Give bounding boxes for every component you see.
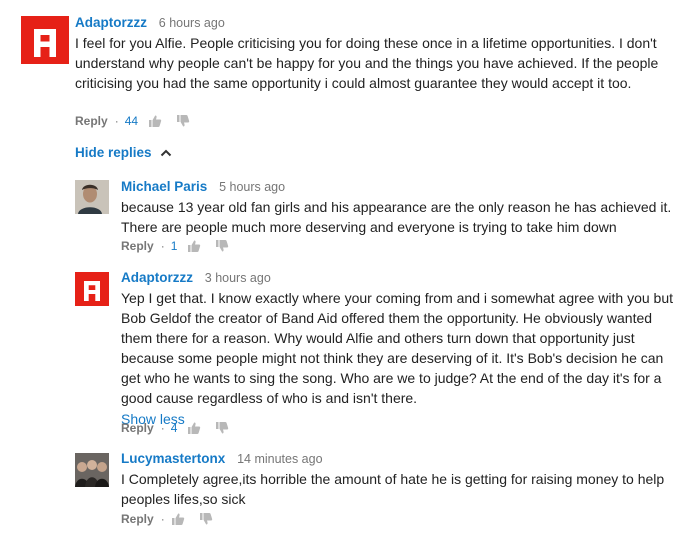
reply-button[interactable]: Reply <box>121 238 154 254</box>
like-count: 44 <box>124 114 139 128</box>
thumbs-up-icon[interactable] <box>171 512 185 526</box>
reply-time[interactable]: 14 minutes ago <box>237 452 322 466</box>
reply-actions: Reply · <box>121 511 227 527</box>
separator-dot: · <box>114 114 119 128</box>
profile-photo-icon <box>75 180 109 214</box>
thumbs-down-icon[interactable] <box>176 114 190 128</box>
avatar[interactable] <box>75 453 109 487</box>
separator-dot: · <box>160 239 165 253</box>
like-count: 1 <box>170 239 178 253</box>
comment-time[interactable]: 6 hours ago <box>159 16 225 30</box>
reply-actions: Reply · 1 <box>121 238 243 254</box>
separator-dot: · <box>160 512 165 526</box>
thumbs-down-icon[interactable] <box>199 512 213 526</box>
channel-logo-icon <box>84 281 100 301</box>
avatar[interactable] <box>75 180 109 214</box>
avatar[interactable] <box>75 272 109 306</box>
reply-text: Yep I get that. I know exactly where you… <box>121 290 673 406</box>
comment-body: Adaptorzzz 6 hours ago I feel for you Al… <box>75 14 681 93</box>
thumbs-down-icon[interactable] <box>215 421 229 435</box>
comment-header: Adaptorzzz 6 hours ago <box>75 14 681 32</box>
reply-author[interactable]: Michael Paris <box>121 179 207 194</box>
channel-logo-icon <box>34 29 56 57</box>
comment-author[interactable]: Adaptorzzz <box>75 15 147 30</box>
reply-body: Lucymastertonx 14 minutes ago I Complete… <box>121 450 681 509</box>
reply-actions: Reply · 4 <box>121 420 243 436</box>
reply: Adaptorzzz 3 hours ago Yep I get that. I… <box>75 269 681 437</box>
reply-button[interactable]: Reply <box>121 420 154 436</box>
thumbs-up-icon[interactable] <box>187 421 201 435</box>
separator-dot: · <box>160 421 165 435</box>
thumbs-up-icon[interactable] <box>148 114 162 128</box>
reply-button[interactable]: Reply <box>75 113 108 129</box>
reply-text: I Completely agree,its horrible the amou… <box>121 471 665 507</box>
reply-button[interactable]: Reply <box>121 511 154 527</box>
like-count: 4 <box>170 421 178 435</box>
reply: Michael Paris 5 hours ago because 13 yea… <box>75 178 681 256</box>
comment-actions: Reply · 44 <box>75 113 204 129</box>
reply-author[interactable]: Lucymastertonx <box>121 451 225 466</box>
group-photo-icon <box>75 453 109 487</box>
reply-header: Michael Paris 5 hours ago <box>121 178 681 196</box>
avatar[interactable] <box>21 16 69 64</box>
reply-body: Adaptorzzz 3 hours ago Yep I get that. I… <box>121 269 681 428</box>
reply-text: because 13 year old fan girls and his ap… <box>121 199 672 235</box>
hide-replies-button[interactable]: Hide replies <box>75 145 172 160</box>
comment: Adaptorzzz 6 hours ago I feel for you Al… <box>21 14 681 134</box>
thumbs-down-icon[interactable] <box>215 239 229 253</box>
reply-time[interactable]: 5 hours ago <box>219 180 285 194</box>
reply-header: Adaptorzzz 3 hours ago <box>121 269 681 287</box>
thumbs-up-icon[interactable] <box>187 239 201 253</box>
chevron-up-icon <box>160 145 172 160</box>
reply: Lucymastertonx 14 minutes ago I Complete… <box>75 450 681 530</box>
reply-body: Michael Paris 5 hours ago because 13 yea… <box>121 178 681 237</box>
hide-replies-label: Hide replies <box>75 145 152 160</box>
reply-author[interactable]: Adaptorzzz <box>121 270 193 285</box>
comment-text: I feel for you Alfie. People criticising… <box>75 35 659 91</box>
reply-time[interactable]: 3 hours ago <box>205 271 271 285</box>
reply-header: Lucymastertonx 14 minutes ago <box>121 450 681 468</box>
